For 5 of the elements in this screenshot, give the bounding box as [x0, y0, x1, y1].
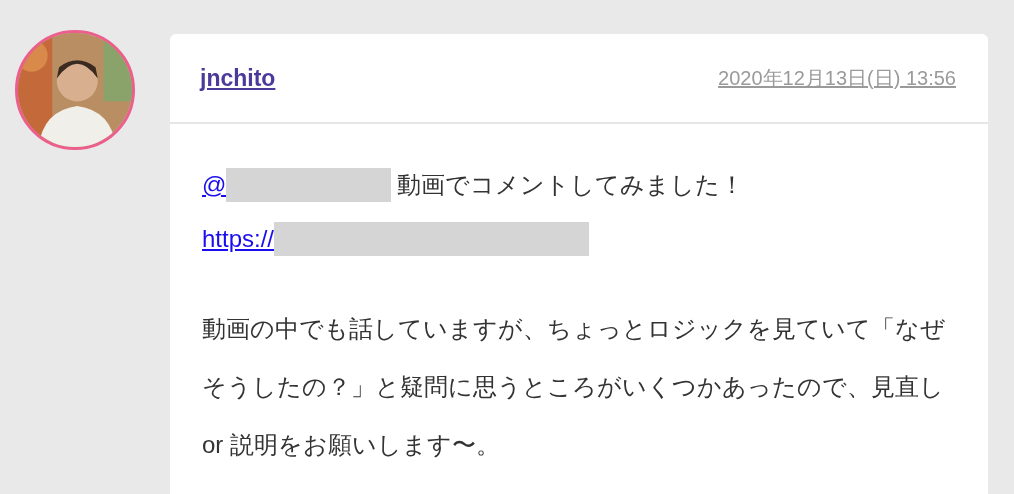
mention-link[interactable]: https:// [202, 225, 275, 253]
comment-paragraph: 動画の中でも話していますが、ちょっとロジックを見ていて「なぜそうしたの？」と疑問に思うところがいくつかあったので、見直し or 説明をお願いします〜。 [202, 314, 946, 460]
author-link[interactable]: jnchito [200, 64, 276, 92]
mention-link[interactable]: @ [202, 171, 227, 199]
comment-text: 動画でコメントしてみました！ [397, 170, 745, 200]
